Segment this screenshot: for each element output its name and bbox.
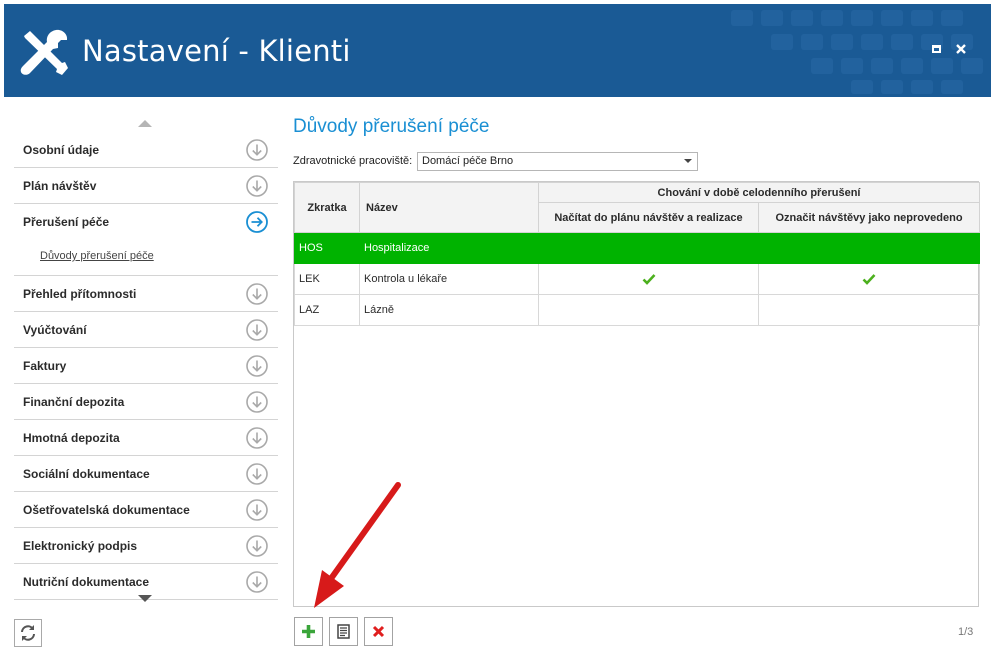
page-title: Důvody přerušení péče [293,116,490,137]
circle-arrow-down-icon[interactable] [246,427,268,449]
add-button[interactable] [294,617,323,646]
cell-load[interactable] [538,232,759,264]
sidebar-item-label: Přehled přítomnosti [23,287,137,301]
chevron-down-icon [684,159,692,163]
sidebar-item-label: Vyúčtování [23,323,87,337]
maximize-button[interactable] [930,42,944,56]
column-group-header: Chování v době celodenního přerušení [537,182,981,203]
check-icon [642,273,656,285]
header-pattern [731,10,983,94]
cell-name: Kontrola u lékaře [359,263,539,295]
sidebar: Osobní údaje Plán návštěv Přerušení péče Dů… [14,110,278,606]
cell-mark[interactable] [757,263,981,295]
sidebar-item-label: Elektronický podpis [23,539,138,553]
sidebar-item[interactable]: Hmotná depozita [14,420,278,456]
circle-arrow-down-icon[interactable] [246,319,268,341]
sidebar-item-label: Nutriční dokumentace [23,575,150,589]
sidebar-item-label: Faktury [23,359,67,373]
sidebar-item[interactable]: Přerušení péče Důvody přerušení péče [14,204,278,276]
sidebar-item-label: Finanční depozita [23,395,125,409]
sidebar-item-label: Ošetřovatelská dokumentace [23,503,190,517]
plus-icon [302,625,315,638]
column-header-mark[interactable]: Označit návštěvy jako neprovedeno [757,202,981,233]
sidebar-item-label: Sociální dokumentace [23,467,150,481]
workplace-select-value: Domácí péče Brno [422,155,514,167]
cell-code: LAZ [294,294,360,326]
sidebar-scroll-down-icon[interactable] [138,595,152,602]
cell-code: HOS [294,232,360,264]
sidebar-item-label: Osobní údaje [23,143,100,157]
sidebar-item[interactable]: Plán návštěv [14,168,278,204]
column-header-name[interactable]: Název [359,182,539,233]
window-header: Nastavení - Klienti [4,4,991,97]
column-header-load[interactable]: Načítat do plánu návštěv a realizace [538,202,759,233]
sidebar-item[interactable]: Přehled přítomnosti [14,276,278,312]
sidebar-item[interactable]: Faktury [14,348,278,384]
sidebar-item[interactable]: Elektronický podpis [14,528,278,564]
cell-load[interactable] [538,263,759,295]
table-row[interactable]: LAZ Lázně [294,294,981,326]
refresh-icon [21,625,35,641]
sidebar-item[interactable]: Finanční depozita [14,384,278,420]
document-icon [337,624,350,639]
cell-mark[interactable] [757,232,981,264]
circle-arrow-down-icon[interactable] [246,391,268,413]
workplace-label: Zdravotnické pracoviště: [293,155,413,167]
maximize-icon [932,45,941,53]
cell-mark[interactable] [757,294,981,326]
table-row[interactable]: LEK Kontrola u lékaře [294,263,981,295]
detail-button[interactable] [329,617,358,646]
cell-code: LEK [294,263,360,295]
circle-arrow-down-icon[interactable] [246,571,268,593]
delete-button[interactable] [364,617,393,646]
sidebar-item[interactable]: Osobní údaje [14,132,278,168]
close-icon [956,44,966,54]
annotation-arrow-icon [314,482,401,608]
tools-icon [20,29,68,75]
sidebar-nav: Osobní údaje Plán návštěv Přerušení péče Dů… [14,132,278,600]
circle-arrow-right-icon[interactable] [246,211,268,233]
circle-arrow-down-icon[interactable] [246,535,268,557]
cell-name: Hospitalizace [359,232,539,264]
sidebar-scroll-up-icon[interactable] [138,120,152,127]
table-row[interactable]: HOS Hospitalizace [294,232,981,264]
sidebar-item[interactable]: Vyúčtování [14,312,278,348]
check-icon [862,273,876,285]
close-button[interactable] [954,42,968,56]
circle-arrow-down-icon[interactable] [246,283,268,305]
close-icon [372,625,385,638]
circle-arrow-down-icon[interactable] [246,355,268,377]
sidebar-item-label: Přerušení péče [23,215,110,229]
cell-load[interactable] [538,294,759,326]
sidebar-item-label: Plán návštěv [23,179,97,193]
refresh-button[interactable] [14,619,42,647]
window-title: Nastavení - Klienti [82,34,351,68]
circle-arrow-down-icon[interactable] [246,499,268,521]
pager: 1/3 [958,626,974,638]
circle-arrow-down-icon[interactable] [246,175,268,197]
sidebar-item[interactable]: Sociální dokumentace [14,456,278,492]
sidebar-item-label: Hmotná depozita [23,431,120,445]
column-header-code[interactable]: Zkratka [294,182,360,233]
cell-name: Lázně [359,294,539,326]
sidebar-item[interactable]: Ošetřovatelská dokumentace [14,492,278,528]
sidebar-subitem-link[interactable]: Důvody přerušení péče [40,250,154,262]
circle-arrow-down-icon[interactable] [246,139,268,161]
circle-arrow-down-icon[interactable] [246,463,268,485]
workplace-select[interactable]: Domácí péče Brno [417,152,698,171]
